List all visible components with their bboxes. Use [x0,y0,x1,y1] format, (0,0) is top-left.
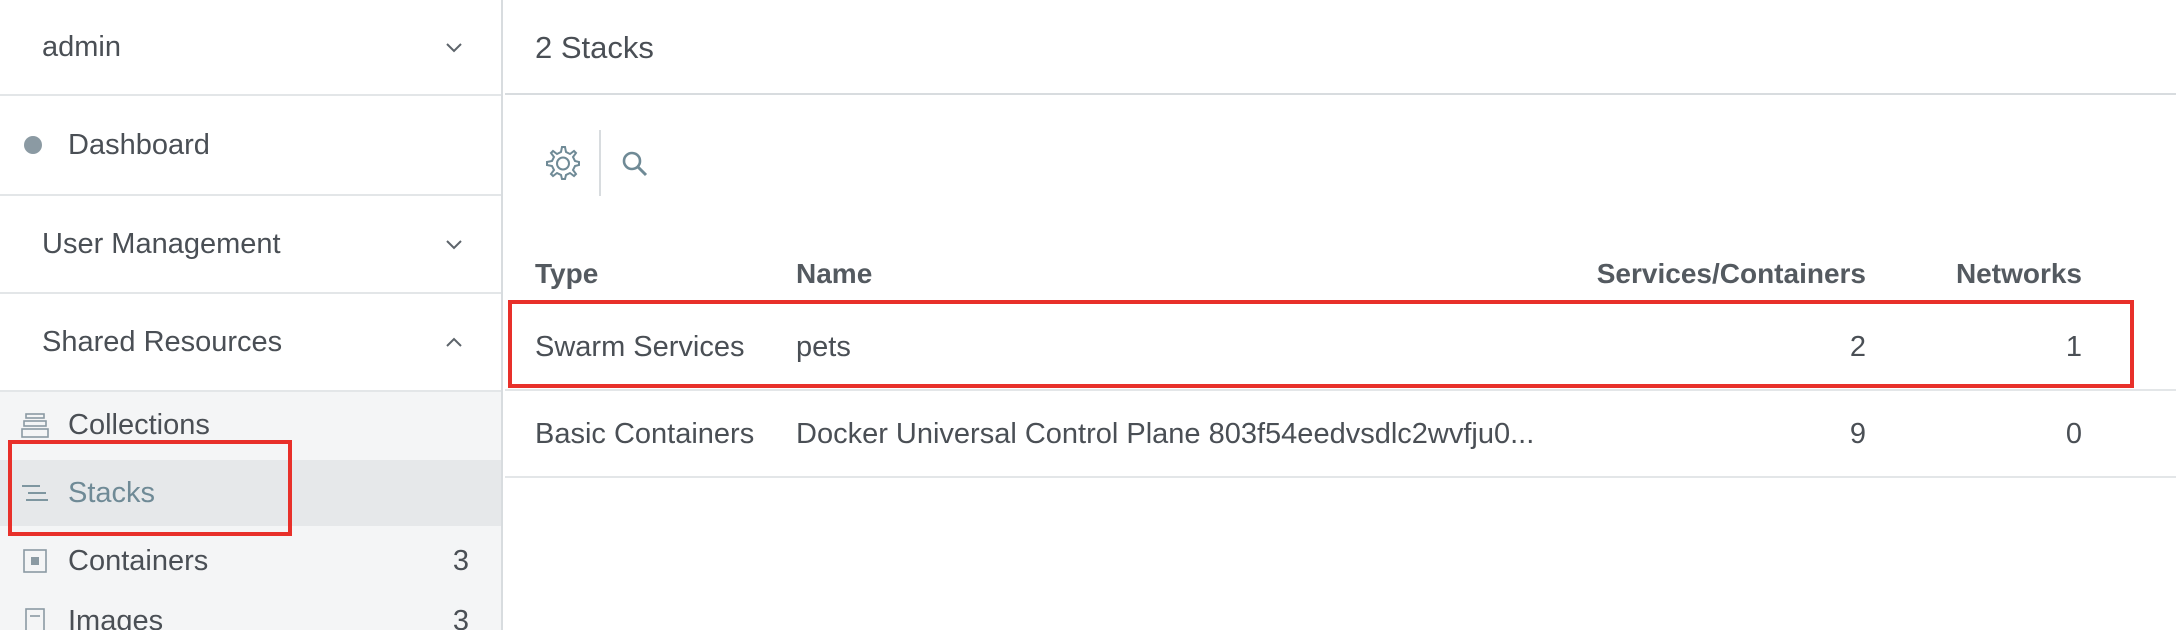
sidebar-item-shared-resources[interactable]: Shared Resources [0,294,501,392]
cell-name[interactable]: pets [796,331,851,364]
sidebar-item-label: Stacks [68,476,156,509]
containers-count: 3 [452,544,469,577]
cell-services: 9 [1849,418,1866,450]
cell-type: Swarm Services [535,331,745,363]
shared-resources-submenu: Collections Stacks Containers 3 Images 3 [0,392,501,630]
column-header-networks[interactable]: Networks [1956,258,2082,290]
page-header: 2 Stacks [505,0,2176,95]
cell-networks: 1 [2065,331,2082,363]
sidebar-item-label: Collections [68,408,210,441]
sidebar-item-label: Images [68,604,164,630]
chevron-down-icon [446,43,462,53]
sidebar-item-label: User Management [42,227,281,260]
cell-type: Basic Containers [535,418,755,450]
collections-icon [21,413,49,438]
sidebar-item-user-management[interactable]: User Management [0,196,501,294]
stacks-icon [22,485,48,501]
column-header-type[interactable]: Type [535,258,598,290]
sidebar-item-label: Shared Resources [42,325,283,358]
table-row[interactable]: Swarm Services pets 2 1 [505,304,2176,391]
chevron-up-icon [446,337,462,347]
gear-icon[interactable] [543,144,581,182]
sidebar-item-label: Dashboard [68,128,210,161]
cell-networks: 0 [2065,418,2082,450]
images-count: 3 [452,604,469,630]
status-dot-icon [24,136,42,154]
cell-name[interactable]: Docker Universal Control Plane 803f54eed… [796,418,1534,451]
toolbar-divider [599,130,601,196]
sidebar-item-images[interactable]: Images 3 [0,588,501,630]
page-title: 2 Stacks [535,30,654,65]
images-icon [25,608,45,630]
sidebar-item-containers[interactable]: Containers 3 [0,528,501,594]
search-icon[interactable] [619,148,651,180]
containers-icon [23,549,47,573]
cell-services: 2 [1849,331,1866,363]
sidebar-item-collections[interactable]: Collections [0,392,501,458]
user-menu[interactable]: admin [0,0,501,96]
column-header-name[interactable]: Name [796,258,872,290]
sidebar-item-label: Containers [68,544,209,577]
chevron-down-icon [446,240,462,250]
sidebar-item-dashboard[interactable]: Dashboard [0,96,501,196]
table-row[interactable]: Basic Containers Docker Universal Contro… [505,391,2176,478]
user-name: admin [42,30,121,63]
sidebar-item-stacks[interactable]: Stacks [0,460,501,526]
sidebar: admin Dashboard User Management Shared R… [0,0,503,630]
main-content: 2 Stacks Type Name Services/Containers N… [505,0,2176,630]
column-header-services[interactable]: Services/Containers [1597,258,1866,290]
